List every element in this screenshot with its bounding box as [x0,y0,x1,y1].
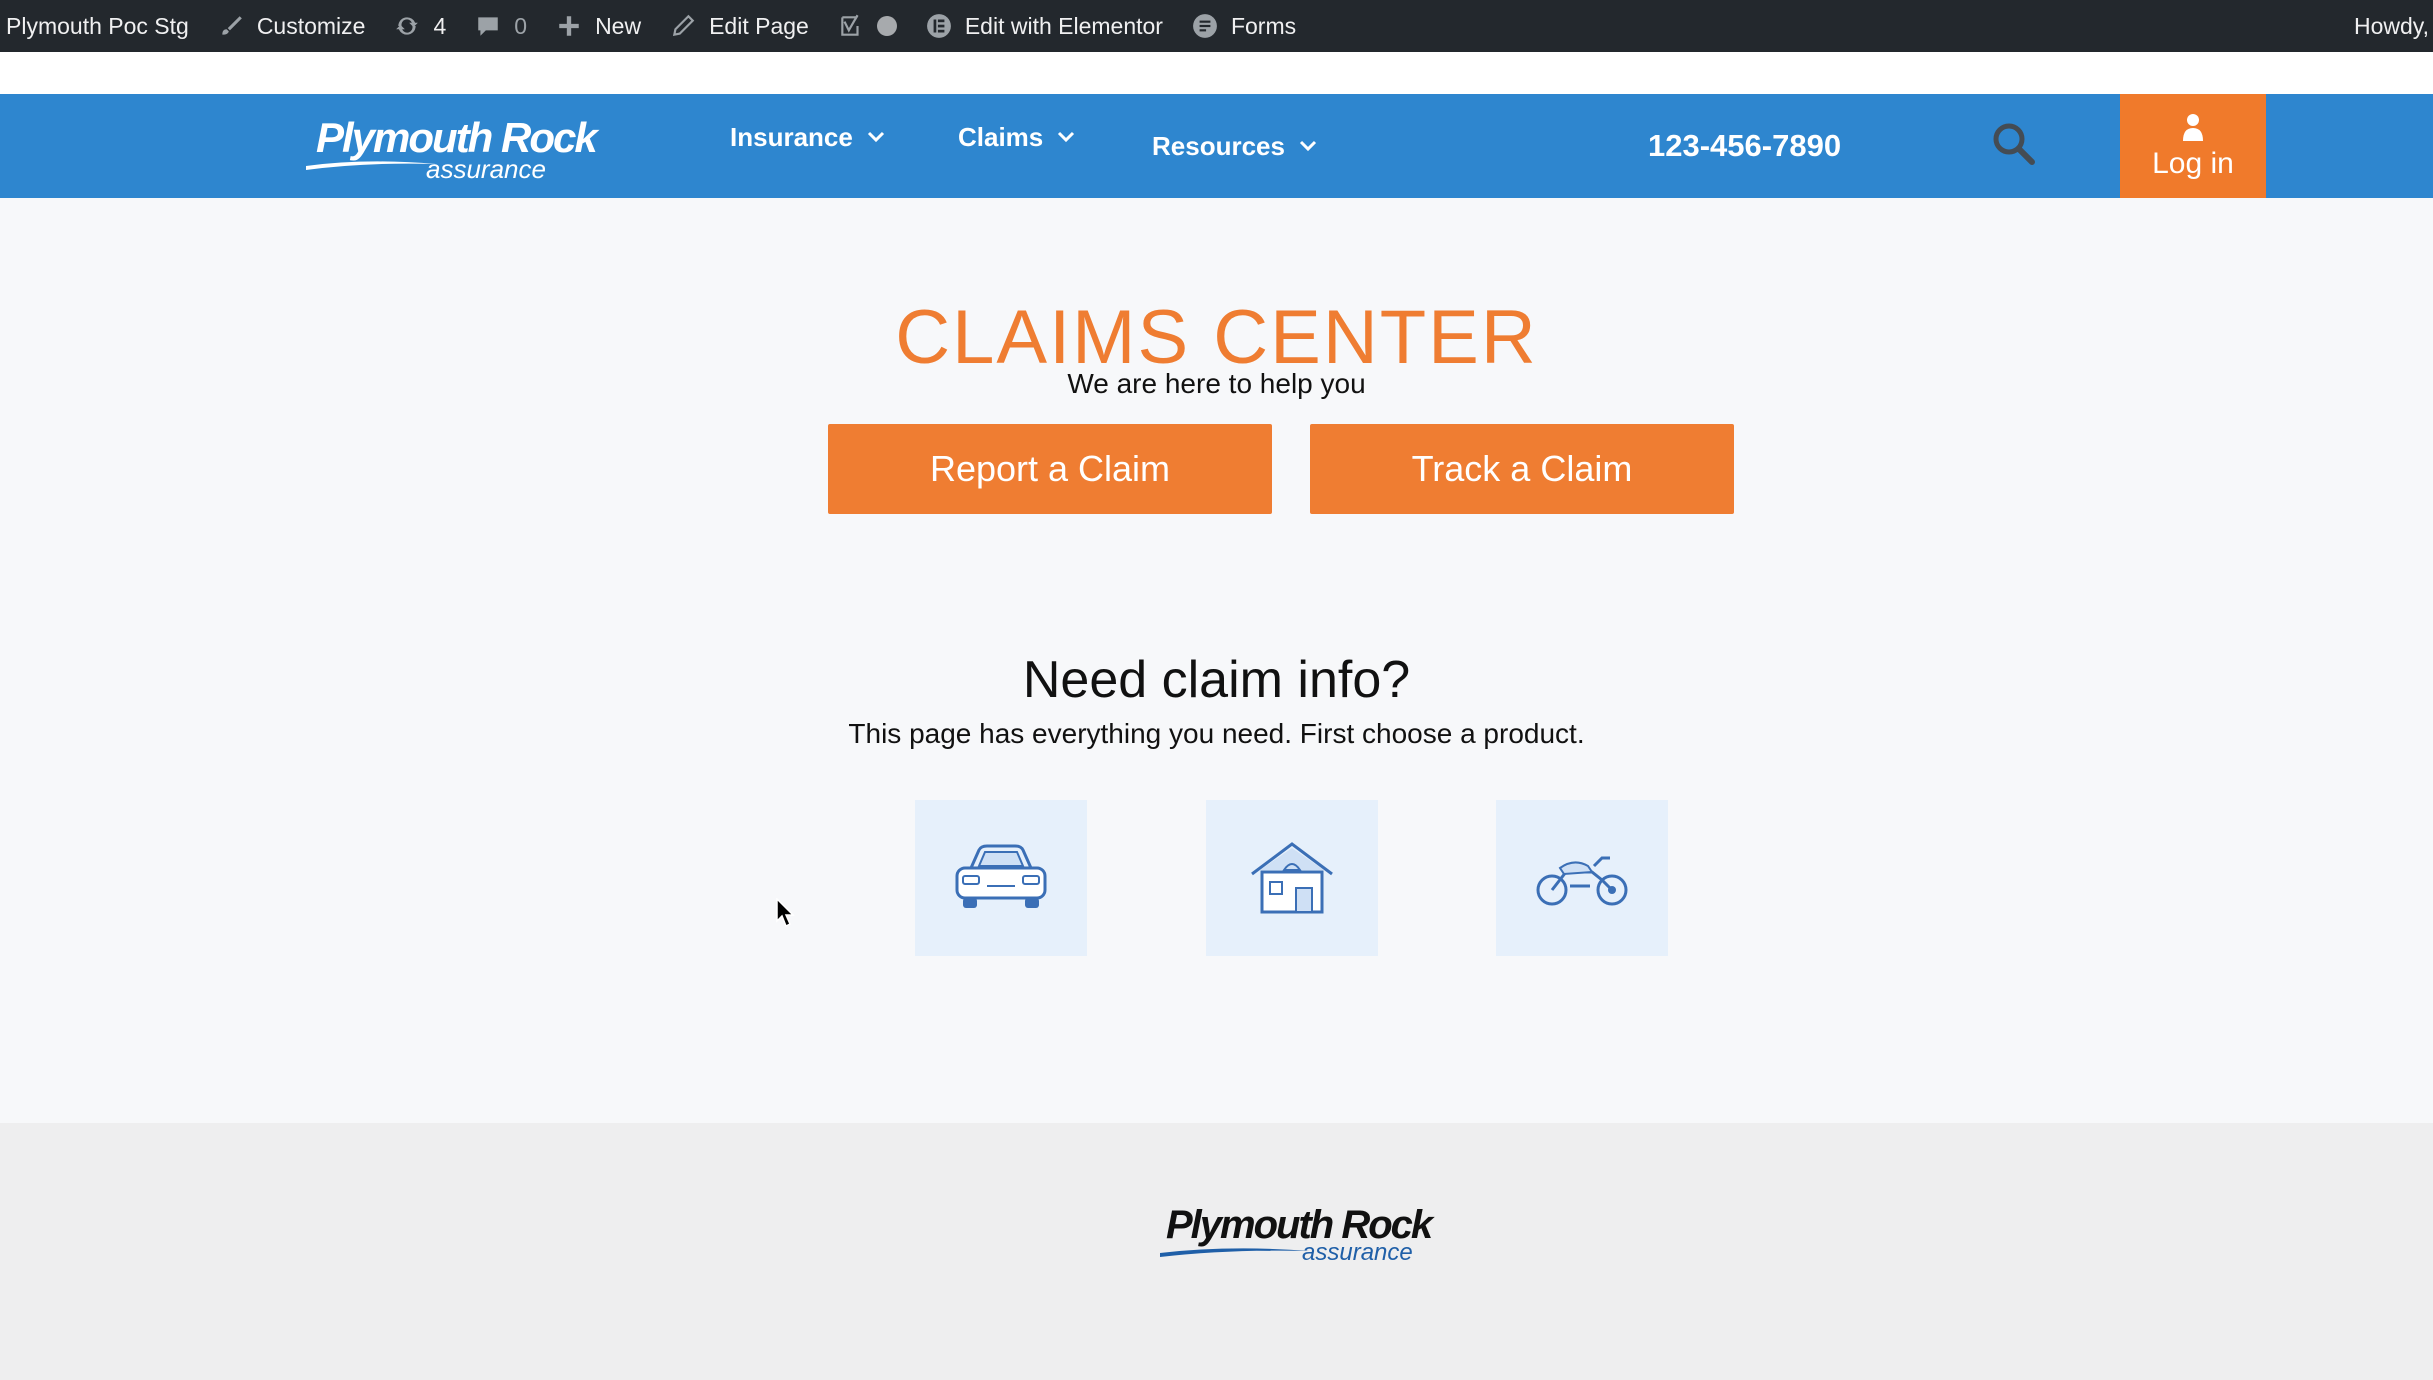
footer-logo-sub-text: assurance [1302,1239,1413,1266]
motorcycle-icon [1536,856,1628,906]
howdy-label: Howdy, [2354,12,2429,39]
admin-bar: Plymouth Poc Stg Customize 4 0 New Edit … [0,0,2433,52]
mouse-cursor [776,897,796,928]
logo-sub-text: assurance [426,154,546,184]
announcement-strip [0,52,2433,94]
phone-number[interactable]: 123-456-7890 [1648,94,1841,198]
nav-resources[interactable]: Resources [1152,94,1317,198]
login-label: Log in [2152,147,2234,180]
product-home-card[interactable] [1206,800,1378,956]
admin-comments[interactable]: 0 [460,0,541,52]
user-icon [2183,114,2203,141]
car-icon [955,844,1047,908]
nav-claims-label: Claims [958,121,1044,152]
login-button[interactable]: Log in [2120,94,2266,200]
site-header: Plymouth Rock assurance Insurance Claims… [0,94,2433,198]
updates-count: 4 [433,12,447,39]
nav-resources-label: Resources [1152,130,1285,161]
admin-site-name[interactable]: Plymouth Poc Stg [0,0,203,52]
admin-forms[interactable]: Forms [1177,0,1310,52]
edit-page-label: Edit Page [709,12,809,39]
forms-icon [1191,12,1219,40]
new-label: New [595,12,642,39]
report-claim-button[interactable]: Report a Claim [828,424,1272,514]
admin-yoast[interactable] [823,0,911,52]
track-claim-button[interactable]: Track a Claim [1310,424,1734,514]
brush-icon [217,12,245,40]
section-subtitle: This page has everything you need. First… [848,718,1585,749]
customize-label: Customize [256,12,366,39]
footer-logo[interactable]: Plymouth Rock assurance [1160,1203,1440,1269]
chevron-down-icon [867,131,885,143]
chevron-down-icon [1057,131,1075,143]
header-logo[interactable]: Plymouth Rock assurance [306,114,606,184]
admin-customize[interactable]: Customize [203,0,380,52]
forms-label: Forms [1230,12,1297,39]
chevron-down-icon [1299,140,1317,152]
yoast-icon [837,12,865,40]
plus-icon [555,12,583,40]
admin-updates[interactable]: 4 [379,0,460,52]
footer-logo-swoosh [1160,1248,1310,1257]
admin-elementor[interactable]: Edit with Elementor [911,0,1177,52]
logo-swoosh [306,161,436,170]
admin-account[interactable]: Howdy, [2354,0,2433,52]
phone-label: 123-456-7890 [1648,128,1842,163]
product-motorcycle-card[interactable] [1496,800,1668,956]
admin-edit-page[interactable]: Edit Page [655,0,823,52]
page-subtitle: We are here to help you [1067,368,1366,399]
elementor-icon [925,12,953,40]
house-icon [1251,842,1333,914]
nav-claims[interactable]: Claims [958,94,1075,180]
report-claim-label: Report a Claim [929,448,1171,489]
site-footer: Plymouth Rock assurance [0,1123,2433,1380]
edit-elementor-label: Edit with Elementor [964,12,1163,39]
nav-insurance[interactable]: Insurance [730,94,885,180]
track-claim-label: Track a Claim [1411,448,1633,489]
section-title: Need claim info? [1022,651,1411,709]
site-name-label: Plymouth Poc Stg [6,12,189,39]
seo-status-dot [876,16,897,36]
comments-count: 0 [514,12,528,39]
admin-new[interactable]: New [541,0,655,52]
pencil-icon [669,12,697,40]
product-auto-card[interactable] [915,800,1087,956]
refresh-icon [393,12,421,40]
search-icon[interactable] [1990,120,2036,166]
comment-icon [474,12,502,40]
nav-insurance-label: Insurance [730,121,853,152]
